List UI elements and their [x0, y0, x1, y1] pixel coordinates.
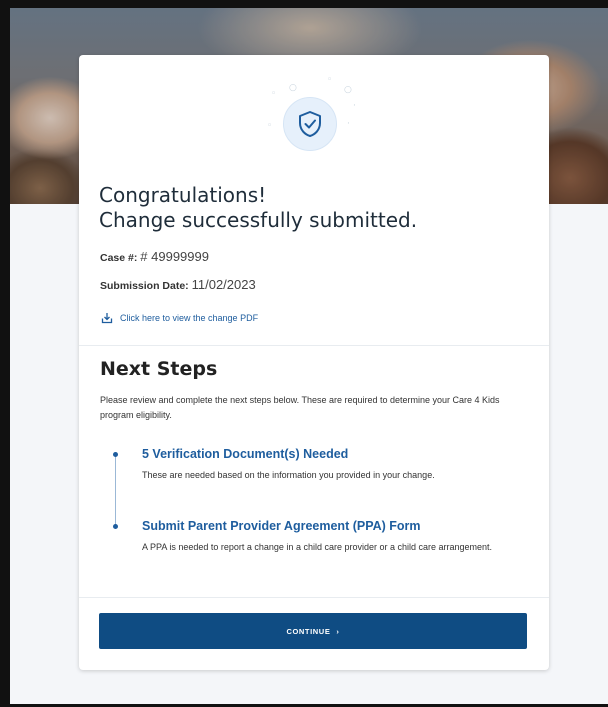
- step-verification-title[interactable]: 5 Verification Document(s) Needed: [142, 447, 348, 461]
- submission-date-label: Submission Date:: [100, 280, 189, 292]
- step-verification-body: These are needed based on the informatio…: [142, 470, 435, 480]
- submission-date: Submission Date: 11/02/2023: [100, 277, 256, 292]
- continue-label: CONTINUE: [286, 626, 331, 636]
- timeline-connector: [115, 453, 116, 529]
- timeline-dot: [113, 452, 118, 457]
- continue-button[interactable]: CONTINUE ›: [99, 613, 527, 649]
- view-change-pdf-link[interactable]: Click here to view the change PDF: [101, 312, 258, 324]
- shield-check-icon: [283, 97, 337, 151]
- case-number-value: # 49999999: [140, 249, 209, 264]
- timeline-dot: [113, 524, 118, 529]
- next-steps-description: Please review and complete the next step…: [100, 395, 500, 420]
- case-number-label: Case #:: [100, 252, 138, 264]
- step-ppa-title[interactable]: Submit Parent Provider Agreement (PPA) F…: [142, 519, 421, 533]
- confirmation-subtitle: Change successfully submitted.: [99, 208, 418, 232]
- step-ppa-body: A PPA is needed to report a change in a …: [142, 542, 493, 552]
- sparkle-icon: ○: [289, 83, 297, 93]
- submission-date-value: 11/02/2023: [191, 277, 256, 292]
- page-frame: ◦ ○ ◦ ○ · ◦ · Congratulations! Change su…: [0, 0, 608, 707]
- sparkle-icon: ○: [344, 85, 352, 95]
- confirmation-title: Congratulations!: [99, 183, 267, 207]
- next-steps-title: Next Steps: [100, 358, 218, 380]
- section-divider: [79, 345, 549, 346]
- sparkle-icon: ◦: [327, 75, 333, 85]
- case-number: Case #: # 49999999: [100, 249, 209, 264]
- sparkle-icon: ·: [347, 119, 350, 129]
- chevron-right-icon: ›: [336, 626, 340, 636]
- sparkle-icon: ◦: [271, 89, 277, 99]
- section-divider: [79, 597, 549, 598]
- sparkle-icon: ◦: [267, 121, 273, 131]
- sparkle-icon: ·: [353, 101, 356, 111]
- pdf-link-label: Click here to view the change PDF: [120, 313, 259, 323]
- success-badge: ◦ ○ ◦ ○ · ◦ ·: [249, 69, 379, 169]
- download-icon: [101, 313, 113, 324]
- confirmation-card: ◦ ○ ◦ ○ · ◦ · Congratulations! Change su…: [79, 55, 549, 670]
